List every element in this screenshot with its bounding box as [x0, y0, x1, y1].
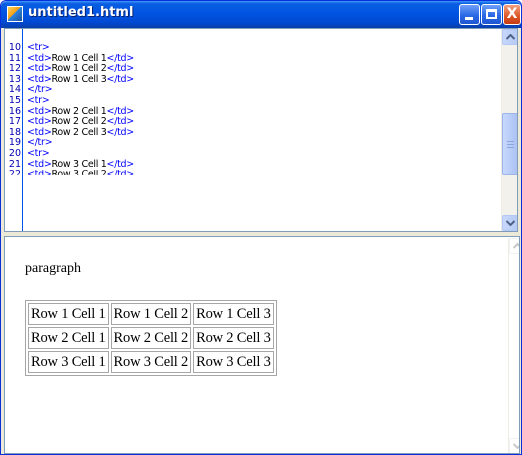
table-row: Row 3 Cell 1 Row 3 Cell 2 Row 3 Cell 3 — [28, 351, 274, 373]
scroll-down-button[interactable] — [509, 438, 519, 453]
html-tag: <td> — [27, 158, 52, 170]
minimize-icon — [465, 17, 473, 20]
html-tag: </td> — [106, 73, 135, 85]
line-number: 20 — [8, 147, 21, 159]
preview-vertical-scrollbar[interactable] — [508, 238, 519, 453]
code-text: <td>Row 3 Cell 1</td> — [27, 158, 135, 171]
code-content: Row 2 Cell 3 — [51, 126, 107, 138]
html-tag: <td> — [27, 116, 52, 128]
html-tag: </td> — [106, 126, 135, 138]
html-tag: <tr> — [27, 147, 50, 159]
table-cell: Row 3 Cell 3 — [193, 351, 274, 373]
line-number: 10 — [8, 42, 21, 53]
app-window: untitled1.html X 10 <tr> 11 <td>Row 1 Cell … — [0, 0, 522, 455]
grip-line — [507, 147, 514, 148]
line-number: 22 — [8, 169, 21, 181]
html-tag: <td> — [27, 105, 52, 117]
table-cell: Row 1 Cell 1 — [28, 303, 109, 325]
chevron-up-icon — [506, 34, 515, 40]
html-tag: <tr> — [27, 94, 50, 106]
code-line[interactable]: 18 <td>Row 2 Cell 3</td> — [5, 126, 501, 139]
html-tag: </td> — [106, 158, 135, 170]
html-tag: <td> — [27, 126, 52, 138]
table-cell: Row 2 Cell 1 — [28, 327, 109, 349]
scroll-down-button[interactable] — [502, 215, 517, 231]
code-content: Row 2 Cell 2 — [51, 116, 107, 128]
html-tag: <td> — [27, 169, 52, 181]
code-content: Row 1 Cell 3 — [51, 73, 107, 85]
html-tag: </td> — [106, 63, 135, 75]
html-file-icon — [7, 6, 23, 22]
code-line[interactable]: 22 <td>Row 3 Cell 2</td> — [5, 169, 501, 181]
table-cell: Row 1 Cell 2 — [110, 303, 192, 325]
chevron-down-icon — [513, 443, 519, 449]
code-line[interactable]: 19 </tr> — [5, 138, 501, 149]
code-text: <td>Row 3 Cell 2</td> — [27, 169, 135, 181]
code-content: Row 2 Cell 1 — [51, 105, 107, 117]
line-number: 21 — [8, 158, 21, 170]
chevron-down-icon — [506, 220, 515, 226]
html-preview-pane: paragraph Row 1 Cell 1 Row 1 Cell 2 Row 1 … — [4, 236, 520, 454]
html-tag: <td> — [27, 73, 52, 85]
html-tag: </tr> — [27, 137, 53, 149]
html-tag: </td> — [106, 105, 135, 117]
chevron-up-icon — [513, 243, 519, 249]
html-tag: <tr> — [27, 42, 50, 53]
code-editor[interactable]: 10 <tr> 11 <td>Row 1 Cell 1</td> 12 <td>Row 1… — [4, 28, 518, 232]
minimize-button[interactable] — [459, 4, 480, 25]
code-lines: 10 <tr> 11 <td>Row 1 Cell 1</td> 12 <td>Row 1… — [5, 42, 501, 181]
html-tag: </td> — [106, 116, 135, 128]
code-line[interactable]: 21 <td>Row 3 Cell 1</td> — [5, 158, 501, 171]
html-tag: <td> — [27, 52, 52, 64]
line-number: 15 — [8, 94, 21, 106]
editor-vertical-scrollbar[interactable] — [501, 29, 517, 231]
maximize-icon — [486, 9, 497, 19]
code-content: Row 1 Cell 1 — [51, 52, 107, 64]
maximize-button[interactable] — [481, 4, 502, 25]
title-bar[interactable]: untitled1.html X — [1, 1, 521, 28]
code-line[interactable]: 13 <td>Row 1 Cell 3</td> — [5, 73, 501, 86]
scroll-up-button[interactable] — [509, 238, 519, 254]
table-cell: Row 3 Cell 1 — [28, 351, 109, 373]
code-content: Row 3 Cell 1 — [51, 158, 107, 170]
paragraph-text: paragraph — [25, 261, 81, 276]
close-button[interactable]: X — [503, 4, 521, 25]
scroll-up-button[interactable] — [502, 29, 517, 45]
grip-line — [507, 141, 514, 142]
code-line[interactable]: 14 </tr> — [5, 85, 501, 96]
table-row: Row 2 Cell 1 Row 2 Cell 2 Row 2 Cell 3 — [28, 327, 274, 349]
html-tag: <td> — [27, 63, 52, 75]
table-row: Row 1 Cell 1 Row 1 Cell 2 Row 1 Cell 3 — [28, 303, 274, 325]
preview-table: Row 1 Cell 1 Row 1 Cell 2 Row 1 Cell 3 Row … — [25, 300, 277, 376]
scroll-thumb[interactable] — [502, 113, 517, 175]
table-cell: Row 2 Cell 3 — [193, 327, 274, 349]
grip-line — [507, 144, 514, 145]
table-cell: Row 3 Cell 2 — [110, 351, 192, 373]
window-title: untitled1.html — [28, 5, 134, 20]
html-tag: </td> — [106, 52, 135, 64]
table-cell: Row 2 Cell 2 — [110, 327, 192, 349]
table-cell: Row 1 Cell 3 — [193, 303, 274, 325]
code-content: Row 3 Cell 2 — [51, 169, 107, 181]
code-content: Row 1 Cell 2 — [51, 63, 107, 75]
html-tag: </td> — [106, 169, 135, 181]
html-tag: </tr> — [27, 84, 53, 96]
close-icon: X — [506, 6, 518, 22]
